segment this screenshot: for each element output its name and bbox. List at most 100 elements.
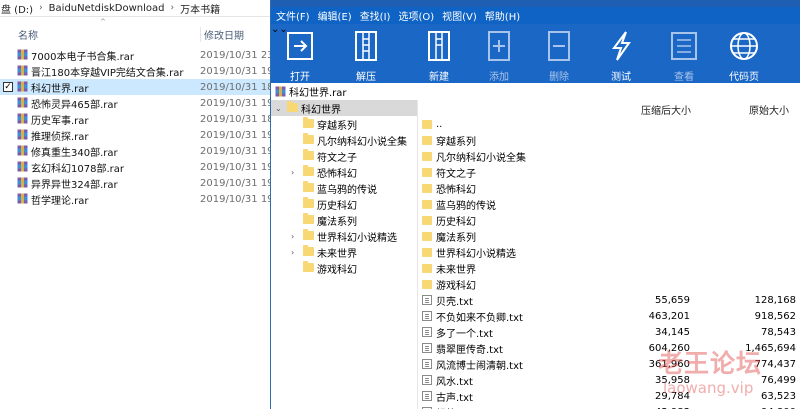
breadcrumb[interactable]: 盘 (D:) › BaiduNetdiskDownload › 万本书籍 bbox=[0, 0, 275, 17]
list-item[interactable]: 穿越系列 bbox=[419, 132, 800, 148]
codepage-icon bbox=[730, 32, 758, 60]
rar-file-icon bbox=[17, 161, 28, 172]
file-row[interactable]: ✓ 科幻世界.rar 2019/10/31 18: bbox=[0, 79, 277, 95]
toolbar-delete-button[interactable]: 删除 bbox=[544, 24, 574, 83]
list-item[interactable]: 凡尔纳科幻小说全集 bbox=[419, 148, 800, 164]
list-item[interactable]: 贝壳.txt 55,659 128,168 bbox=[419, 292, 800, 308]
folder-icon bbox=[422, 136, 432, 145]
item-original-size: 76,499 bbox=[761, 374, 796, 386]
list-item[interactable]: 多了一个.txt 34,145 78,543 bbox=[419, 324, 800, 340]
tree-item[interactable]: 魔法系列 bbox=[271, 212, 417, 228]
title-bar[interactable] bbox=[271, 0, 800, 7]
breadcrumb-drive[interactable]: 盘 (D:) bbox=[1, 1, 33, 16]
tree-item[interactable]: 游戏科幻 bbox=[271, 260, 417, 276]
expand-icon[interactable]: › bbox=[291, 232, 294, 241]
folder-icon bbox=[303, 261, 314, 272]
item-name: 规律.txt bbox=[436, 405, 473, 409]
extract-icon bbox=[355, 31, 377, 61]
expand-icon[interactable]: › bbox=[291, 168, 294, 177]
file-row[interactable]: 历史军事.rar 2019/10/31 18: bbox=[0, 111, 277, 127]
folder-icon bbox=[287, 101, 298, 112]
menu-item[interactable]: 选项(O) bbox=[398, 8, 434, 23]
list-item[interactable]: 世界科幻小说精选 bbox=[419, 244, 800, 260]
toolbar-extract-button[interactable]: 解压 bbox=[351, 24, 381, 83]
list-item[interactable]: 风水.txt 35,958 76,499 bbox=[419, 372, 800, 388]
breadcrumb-folder[interactable]: BaiduNetdiskDownload bbox=[49, 3, 165, 14]
list-item[interactable]: .. bbox=[419, 116, 800, 132]
tree-item[interactable]: 历史科幻 bbox=[271, 196, 417, 212]
folder-tree: ⌄ 科幻世界 穿越系列 凡尔纳科幻小说全集 符文之子 › 恐怖科幻 蓝乌鸦的传说 历史科幻 魔法系… bbox=[271, 100, 418, 409]
tree-root[interactable]: ⌄ 科幻世界 bbox=[271, 100, 417, 116]
toolbar-label: 查看 bbox=[674, 72, 694, 83]
menu-item[interactable]: 视图(V) bbox=[442, 8, 477, 23]
file-name: 恐怖灵异465部.rar bbox=[31, 99, 118, 111]
folder-icon bbox=[303, 117, 314, 128]
column-original-size[interactable]: 原始大小 bbox=[749, 102, 789, 117]
file-row[interactable]: 晋江180本穿越VIP完结文合集.rar 2019/10/31 19: bbox=[0, 63, 277, 79]
menu-item[interactable]: 文件(F) bbox=[276, 8, 310, 23]
tree-item[interactable]: 蓝乌鸦的传说 bbox=[271, 180, 417, 196]
column-date-modified[interactable]: 修改日期 bbox=[200, 26, 244, 42]
file-row[interactable]: 推理侦探.rar 2019/10/31 19: bbox=[0, 127, 277, 143]
folder-icon bbox=[422, 152, 432, 161]
file-row[interactable]: 修真重生340部.rar 2019/10/31 19: bbox=[0, 143, 277, 159]
list-item[interactable]: 规律.txt42,98394,800 bbox=[419, 404, 800, 409]
folder-icon bbox=[303, 165, 314, 176]
item-name: 未来世界 bbox=[436, 264, 476, 276]
file-name: 推理侦探.rar bbox=[31, 131, 89, 143]
tree-item[interactable]: 符文之子 bbox=[271, 148, 417, 164]
item-name: 多了一个.txt bbox=[436, 328, 493, 340]
file-row[interactable]: 异界异世324部.rar 2019/10/31 19: bbox=[0, 175, 277, 191]
file-date: 2019/10/31 19: bbox=[200, 193, 277, 205]
path-bar[interactable]: 科幻世界.rar bbox=[271, 83, 800, 100]
toolbar-new-archive-button[interactable]: 新建 bbox=[424, 24, 454, 83]
rar-file-icon bbox=[17, 65, 28, 76]
file-row[interactable]: 恐怖灵异465部.rar 2019/10/31 19: bbox=[0, 95, 277, 111]
tree-item[interactable]: 穿越系列 bbox=[271, 116, 417, 132]
menu-item[interactable]: 编辑(E) bbox=[318, 8, 352, 23]
checkbox-icon[interactable]: ✓ bbox=[3, 82, 13, 92]
file-row[interactable]: 哲学理论.rar 2019/10/31 19: bbox=[0, 191, 277, 207]
toolbar-view-button[interactable]: 查看 bbox=[669, 24, 699, 83]
file-row[interactable]: 7000本电子书合集.rar 2019/10/31 23:2 bbox=[0, 47, 283, 63]
list-item[interactable]: 翡翠匣传奇.txt 604,260 1,465,694 bbox=[419, 340, 800, 356]
file-row[interactable]: 玄幻科幻1078部.rar 2019/10/31 19: bbox=[0, 159, 277, 175]
tree-item-label: 未来世界 bbox=[317, 248, 357, 260]
sort-up-icon: ^ bbox=[100, 18, 106, 26]
breadcrumb-current[interactable]: 万本书籍 bbox=[180, 1, 220, 16]
item-packed-size: 361,960 bbox=[648, 358, 690, 370]
menu-item[interactable]: 帮助(H) bbox=[485, 8, 520, 23]
tree-item[interactable]: › 恐怖科幻 bbox=[271, 164, 417, 180]
column-name[interactable]: 名称 bbox=[18, 27, 38, 42]
item-original-size: 63,523 bbox=[761, 390, 796, 402]
tree-item[interactable]: › 世界科幻小说精选 bbox=[271, 228, 417, 244]
list-item[interactable]: 古声.txt 29,784 63,523 bbox=[419, 388, 800, 404]
list-item[interactable]: 风流博士闹清朝.txt 361,960 774,437 bbox=[419, 356, 800, 372]
list-item[interactable]: 历史科幻 bbox=[419, 212, 800, 228]
item-packed-size: 604,260 bbox=[648, 342, 690, 354]
toolbar-add-button[interactable]: 添加 bbox=[484, 24, 514, 83]
item-name: 蓝乌鸦的传说 bbox=[436, 200, 496, 212]
tree-item[interactable]: 凡尔纳科幻小说全集 bbox=[271, 132, 417, 148]
expand-icon[interactable]: › bbox=[291, 248, 294, 257]
toolbar-test-button[interactable]: 测试 bbox=[606, 24, 636, 83]
list-item[interactable]: 未来世界 bbox=[419, 260, 800, 276]
toolbar-codepage-button[interactable]: 代码页 bbox=[729, 24, 759, 83]
list-item[interactable]: 符文之子 bbox=[419, 164, 800, 180]
list-item[interactable]: 不负如来不负卿.txt 463,201 918,562 bbox=[419, 308, 800, 324]
list-item[interactable]: 魔法系列 bbox=[419, 228, 800, 244]
menu-item[interactable]: 查找(I) bbox=[360, 8, 391, 23]
toolbar-open-button[interactable]: 打开 bbox=[285, 24, 315, 83]
column-packed-size[interactable]: 压缩后大小 bbox=[641, 102, 691, 117]
item-packed-size: 35,958 bbox=[655, 374, 690, 386]
list-item[interactable]: 蓝乌鸦的传说 bbox=[419, 196, 800, 212]
collapse-icon[interactable]: ⌄ bbox=[275, 104, 282, 113]
text-file-icon bbox=[422, 343, 432, 353]
file-name: 异界异世324部.rar bbox=[31, 179, 118, 191]
test-icon bbox=[612, 31, 631, 61]
tree-item[interactable]: › 未来世界 bbox=[271, 244, 417, 260]
file-date: 2019/10/31 19: bbox=[200, 177, 277, 189]
list-item[interactable]: 恐怖科幻 bbox=[419, 180, 800, 196]
delete-icon bbox=[548, 31, 570, 61]
list-item[interactable]: 游戏科幻 bbox=[419, 276, 800, 292]
